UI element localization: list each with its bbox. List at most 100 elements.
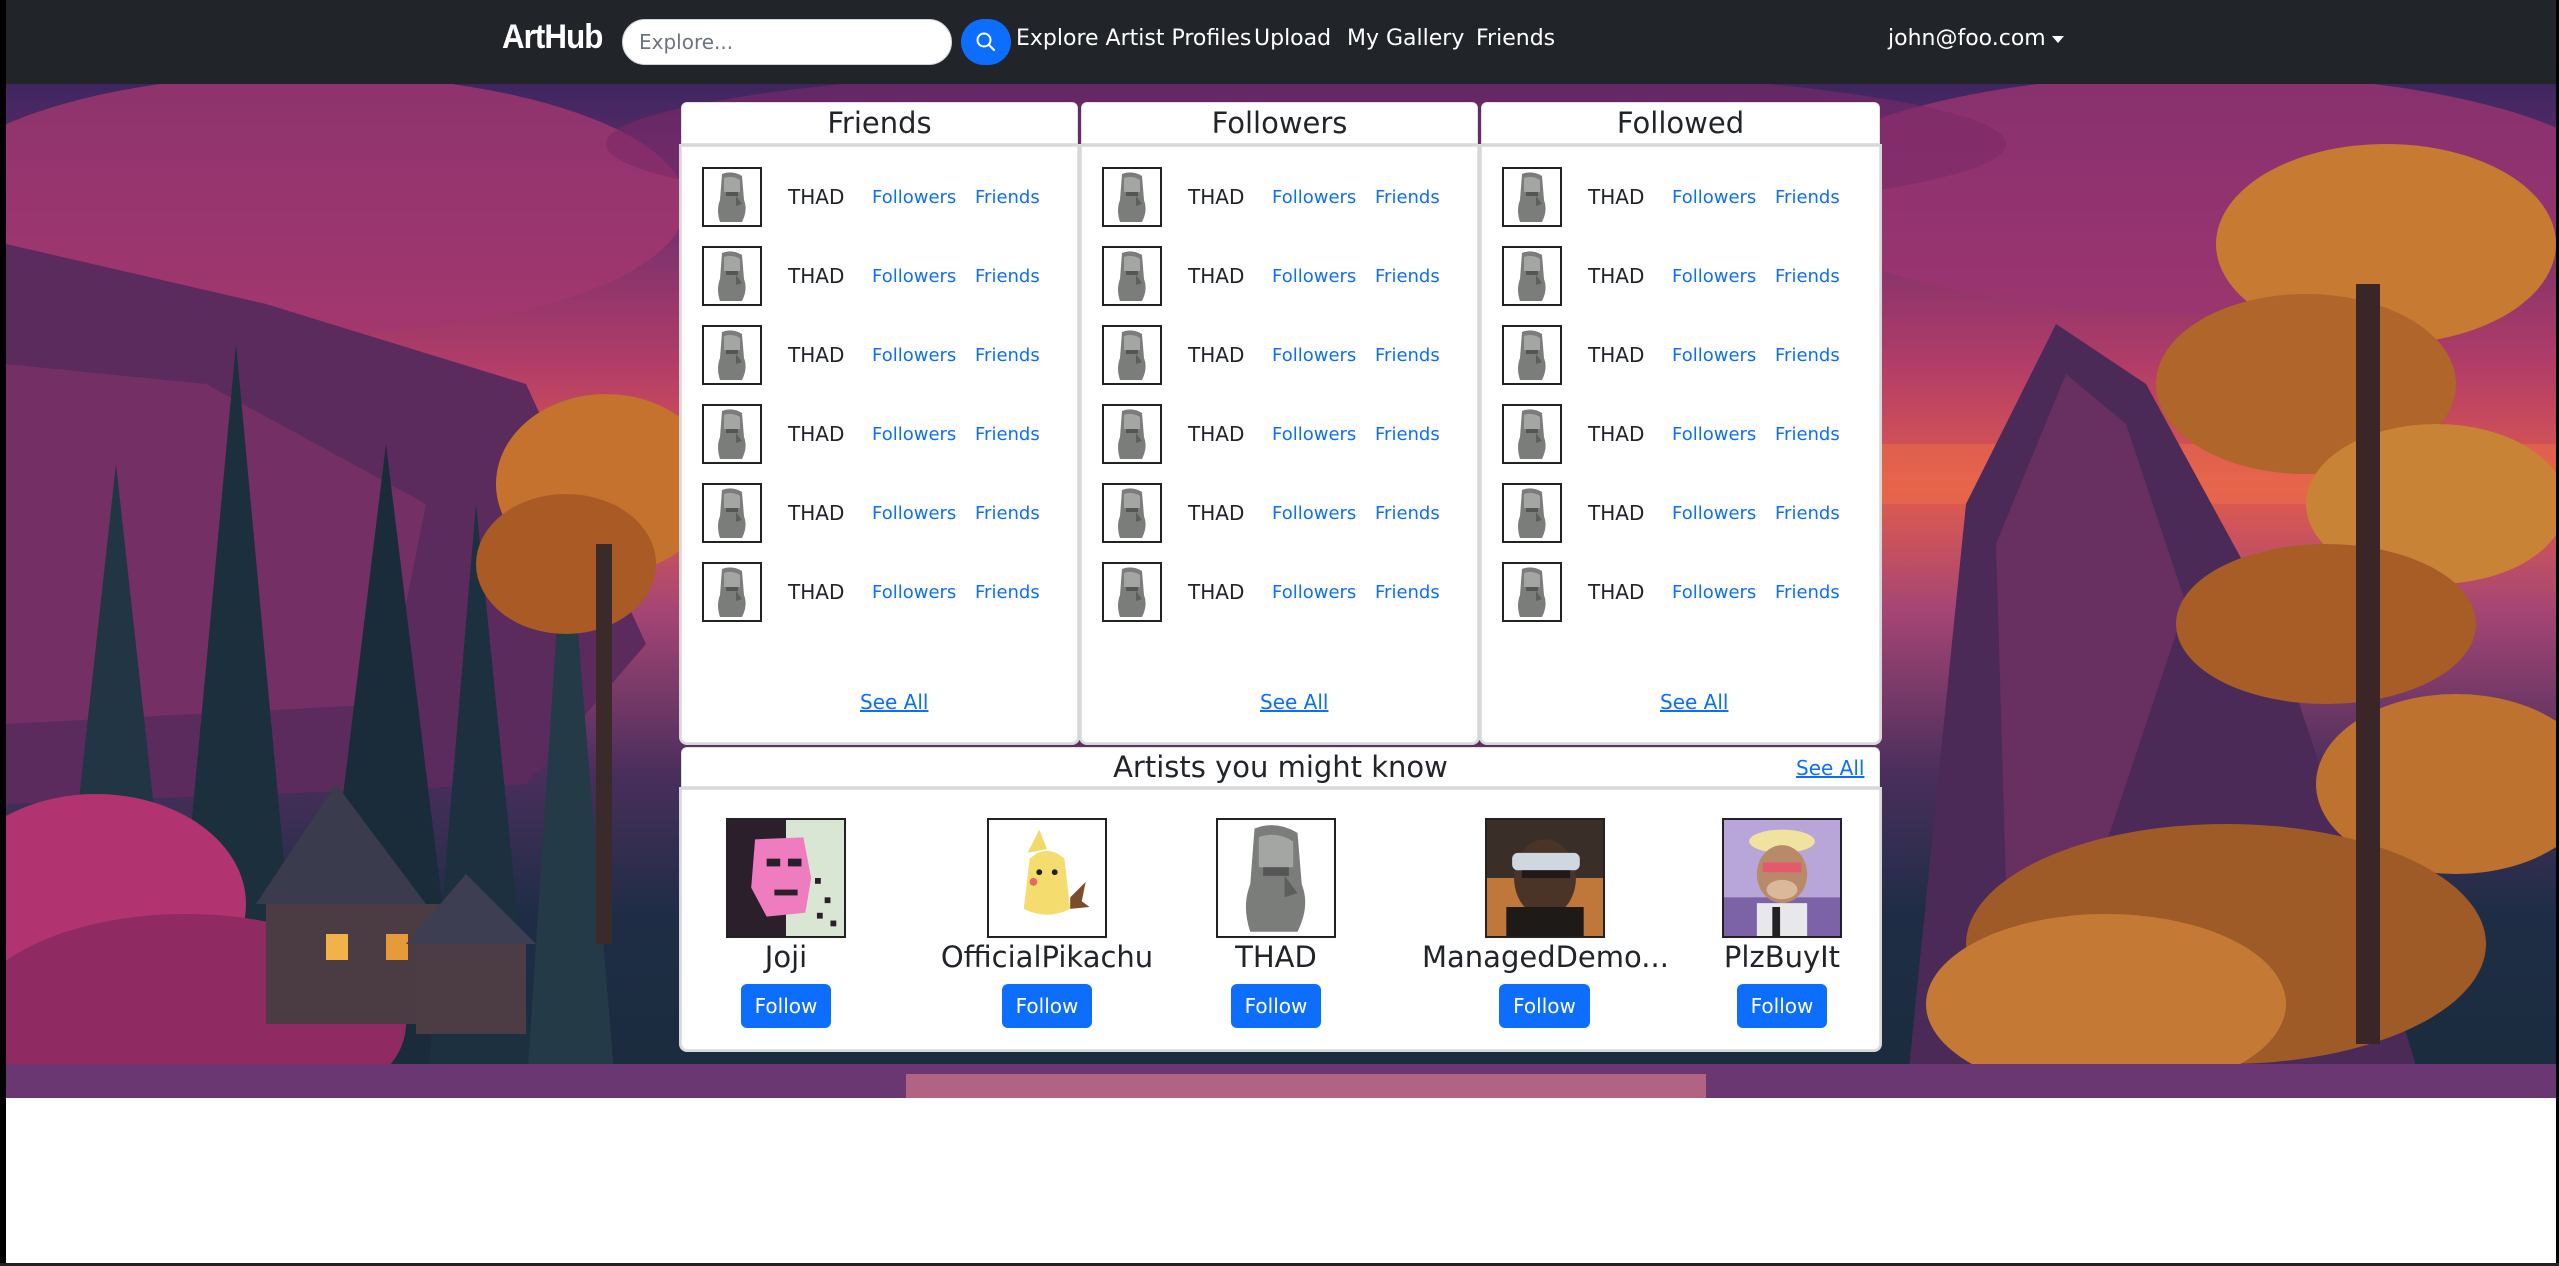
friends-link[interactable]: Friends	[975, 266, 1040, 287]
stone-head-avatar[interactable]	[1216, 818, 1336, 938]
chevron-down-icon	[2051, 35, 2064, 43]
followers-link[interactable]: Followers	[872, 187, 956, 208]
stone-head-avatar[interactable]	[702, 483, 762, 543]
stone-head-avatar[interactable]	[702, 404, 762, 464]
followers-link[interactable]: Followers	[1272, 503, 1356, 524]
top-navbar: ArtHub Explore Artist Profiles Upload My…	[6, 0, 2556, 84]
followers-link[interactable]: Followers	[1672, 187, 1756, 208]
artists-see-all-link[interactable]: See All	[1796, 756, 1864, 780]
followers-link[interactable]: Followers	[872, 266, 956, 287]
followers-link[interactable]: Followers	[1272, 266, 1356, 287]
friend-name: THAD	[788, 343, 845, 367]
stone-head-avatar[interactable]	[1502, 404, 1562, 464]
stone-head-avatar[interactable]	[1502, 167, 1562, 227]
friends-link[interactable]: Friends	[975, 503, 1040, 524]
friends-link[interactable]: Friends	[1775, 582, 1840, 603]
nav-my-gallery[interactable]: My Gallery	[1347, 26, 1464, 51]
friends-link[interactable]: Friends	[1375, 424, 1440, 445]
friends-link[interactable]: Friends	[1775, 187, 1840, 208]
followers-link[interactable]: Followers	[1672, 266, 1756, 287]
friends-link[interactable]: Friends	[975, 582, 1040, 603]
friends-link[interactable]: Friends	[975, 345, 1040, 366]
followers-link[interactable]: Followers	[1272, 187, 1356, 208]
stone-head-avatar[interactable]	[1102, 483, 1162, 543]
followers-link[interactable]: Followers	[1272, 345, 1356, 366]
friends-link[interactable]: Friends	[1375, 266, 1440, 287]
friends-link[interactable]: Friends	[1775, 424, 1840, 445]
followers-link[interactable]: Followers	[872, 424, 956, 445]
followers-link[interactable]: Followers	[1672, 582, 1756, 603]
follow-button[interactable]: Follow	[740, 984, 832, 1028]
follower-name: THAD	[1188, 343, 1245, 367]
list-item: THAD Followers Friends	[702, 404, 1072, 466]
stone-head-avatar[interactable]	[1502, 325, 1562, 385]
search-button[interactable]	[961, 19, 1011, 65]
followers-link[interactable]: Followers	[872, 345, 956, 366]
artists-panel: Joji Follow OfficialPikachu Follow THAD …	[681, 789, 1880, 1050]
friends-see-all-link[interactable]: See All	[860, 690, 928, 714]
followed-see-all-link[interactable]: See All	[1660, 690, 1728, 714]
artist-card: PlzBuyIt Follow	[1722, 818, 1842, 1028]
pikachu-avatar[interactable]	[987, 818, 1107, 938]
plzbuyit-avatar[interactable]	[1722, 818, 1842, 938]
followed-panel-title: Followed	[1616, 106, 1745, 140]
list-item: THAD Followers Friends	[1102, 562, 1472, 624]
followers-panel: THAD Followers Friends THAD Followers Fr…	[1081, 146, 1478, 743]
artists-section-header: Artists you might know See All	[681, 747, 1880, 787]
friends-link[interactable]: Friends	[1375, 345, 1440, 366]
managed-demo-avatar[interactable]	[1484, 818, 1605, 938]
list-item: THAD Followers Friends	[1102, 483, 1472, 545]
followers-link[interactable]: Followers	[1272, 424, 1356, 445]
stone-head-avatar[interactable]	[702, 167, 762, 227]
friends-link[interactable]: Friends	[1375, 187, 1440, 208]
stone-head-avatar[interactable]	[702, 562, 762, 622]
nav-upload[interactable]: Upload	[1254, 26, 1331, 51]
followers-link[interactable]: Followers	[1672, 424, 1756, 445]
stone-head-avatar[interactable]	[1102, 562, 1162, 622]
nav-friends[interactable]: Friends	[1476, 26, 1555, 51]
user-email: john@foo.com	[1888, 26, 2046, 51]
followers-link[interactable]: Followers	[872, 503, 956, 524]
artist-name: PlzBuyIt	[1723, 940, 1841, 974]
stone-head-avatar[interactable]	[1502, 562, 1562, 622]
friends-panel-title: Friends	[827, 106, 932, 140]
list-item: THAD Followers Friends	[1502, 167, 1872, 229]
stone-head-avatar[interactable]	[1102, 404, 1162, 464]
stone-head-avatar[interactable]	[1502, 246, 1562, 306]
friends-link[interactable]: Friends	[1775, 503, 1840, 524]
search-input[interactable]	[622, 19, 952, 65]
follower-name: THAD	[1188, 264, 1245, 288]
friends-link[interactable]: Friends	[1375, 503, 1440, 524]
stone-head-avatar[interactable]	[702, 246, 762, 306]
friends-link[interactable]: Friends	[1775, 345, 1840, 366]
joji-avatar[interactable]	[726, 818, 846, 938]
stone-head-avatar[interactable]	[1102, 167, 1162, 227]
nav-explore-artist-profiles[interactable]: Explore Artist Profiles	[1016, 26, 1251, 51]
followers-link[interactable]: Followers	[1672, 503, 1756, 524]
friends-link[interactable]: Friends	[975, 424, 1040, 445]
stone-head-avatar[interactable]	[702, 325, 762, 385]
friends-link[interactable]: Friends	[1375, 582, 1440, 603]
friends-link[interactable]: Friends	[975, 187, 1040, 208]
follow-button[interactable]: Follow	[1499, 984, 1590, 1028]
follow-button[interactable]: Follow	[1230, 984, 1322, 1028]
stone-head-avatar[interactable]	[1502, 483, 1562, 543]
artist-card: ManagedDemo... Follow	[1422, 818, 1669, 1028]
follow-button[interactable]: Follow	[1736, 984, 1828, 1028]
followers-see-all-link[interactable]: See All	[1260, 690, 1328, 714]
followed-name: THAD	[1588, 501, 1645, 525]
brand-logo[interactable]: ArtHub	[502, 18, 603, 57]
artist-name: Joji	[764, 940, 808, 974]
list-item: THAD Followers Friends	[702, 483, 1072, 545]
followers-link[interactable]: Followers	[1672, 345, 1756, 366]
stone-head-avatar[interactable]	[1102, 246, 1162, 306]
user-dropdown[interactable]: john@foo.com	[1888, 26, 2064, 51]
followers-link[interactable]: Followers	[1272, 582, 1356, 603]
friends-link[interactable]: Friends	[1775, 266, 1840, 287]
artist-name: ManagedDemo...	[1422, 940, 1669, 974]
follow-button[interactable]: Follow	[1001, 984, 1093, 1028]
artist-card: Joji Follow	[726, 818, 846, 1028]
list-item: THAD Followers Friends	[1502, 483, 1872, 545]
stone-head-avatar[interactable]	[1102, 325, 1162, 385]
followers-link[interactable]: Followers	[872, 582, 956, 603]
